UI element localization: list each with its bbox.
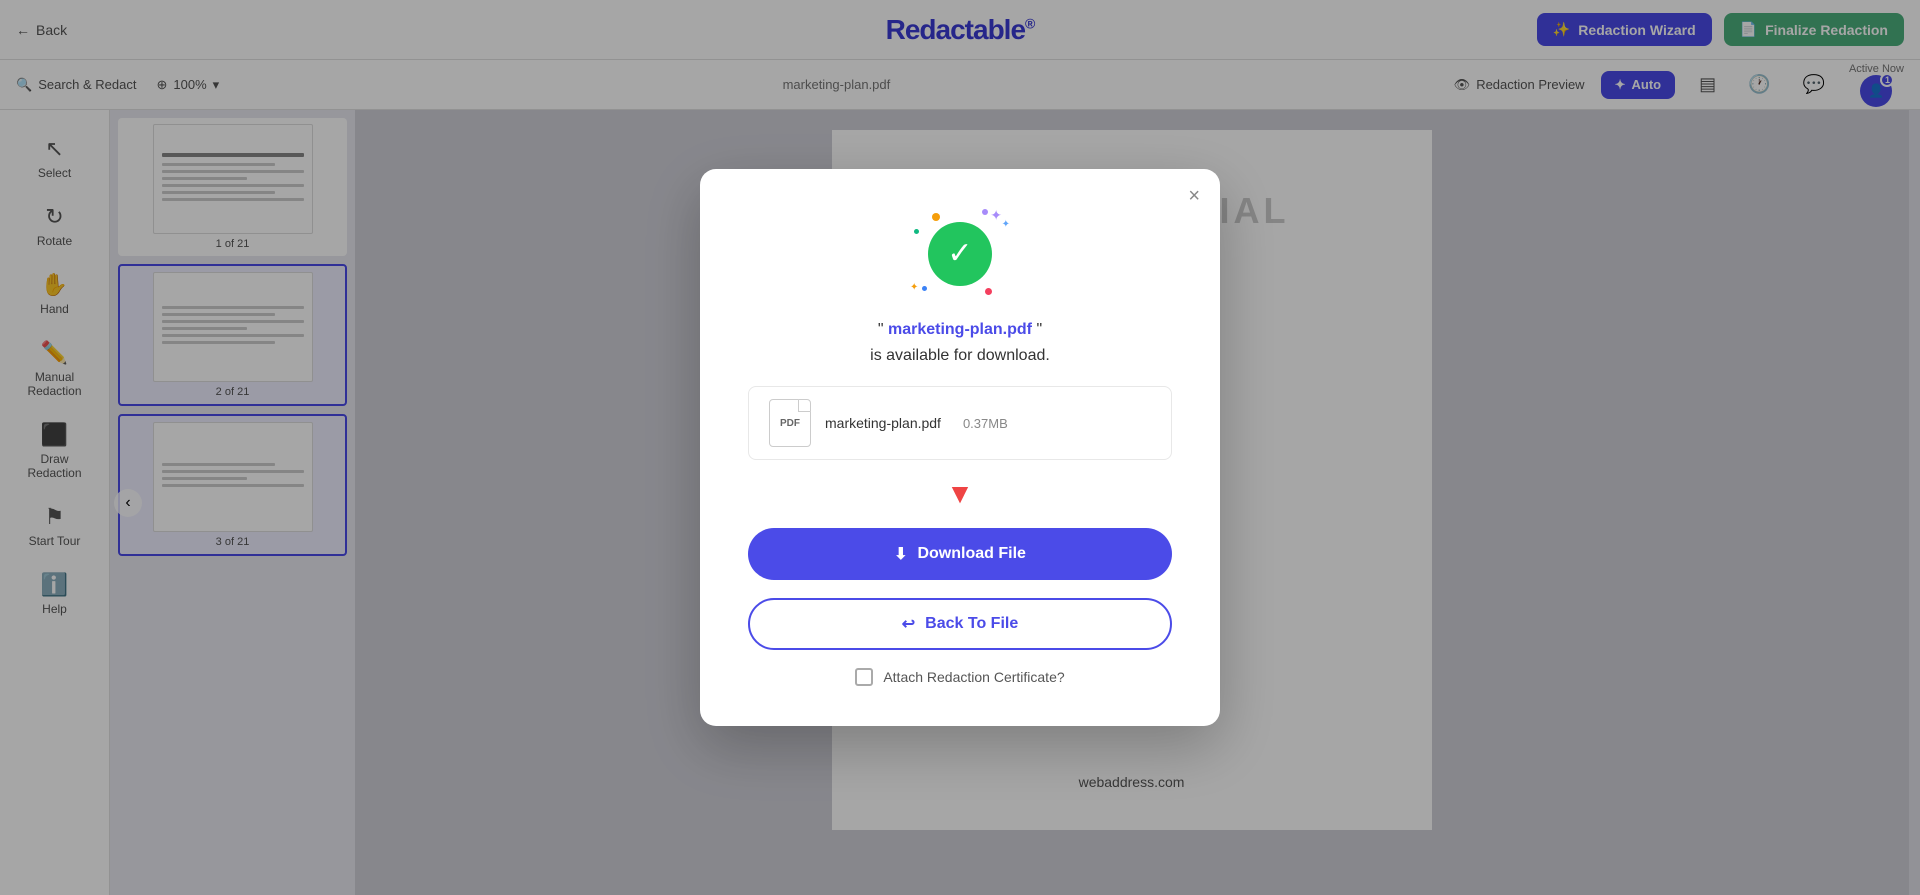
download-icon: ⬇ bbox=[894, 544, 907, 564]
sparkle-1: ✦ bbox=[990, 207, 1002, 224]
file-name: marketing-plan.pdf bbox=[825, 415, 941, 431]
certificate-row: Attach Redaction Certificate? bbox=[855, 668, 1064, 686]
modal-title: " marketing-plan.pdf " is available for … bbox=[870, 317, 1050, 368]
back-icon: ↩ bbox=[902, 614, 915, 634]
download-file-button[interactable]: ⬇ Download File bbox=[748, 528, 1172, 580]
file-size: 0.37MB bbox=[963, 416, 1008, 431]
sparkle-3: ✦ bbox=[910, 282, 918, 293]
modal-close-button[interactable]: × bbox=[1188, 185, 1200, 208]
confetti-dot-2 bbox=[982, 209, 988, 215]
certificate-label: Attach Redaction Certificate? bbox=[883, 669, 1064, 685]
sparkle-2: ✦ bbox=[1002, 219, 1010, 230]
confetti-dot-3 bbox=[922, 286, 927, 291]
download-modal: × ✦ ✦ ✦ ✓ " marketing-plan.pdf " is avai… bbox=[700, 169, 1220, 726]
download-arrow-icon: ▼ bbox=[946, 478, 974, 510]
back-to-file-button[interactable]: ↩ Back To File bbox=[748, 598, 1172, 650]
certificate-checkbox[interactable] bbox=[855, 668, 873, 686]
file-info-row: PDF marketing-plan.pdf 0.37MB bbox=[748, 386, 1172, 460]
modal-overlay: × ✦ ✦ ✦ ✓ " marketing-plan.pdf " is avai… bbox=[0, 0, 1920, 895]
success-circle: ✓ bbox=[928, 222, 992, 286]
modal-filename[interactable]: marketing-plan.pdf bbox=[888, 321, 1032, 338]
confetti-dot-5 bbox=[914, 229, 919, 234]
confetti-dot-4 bbox=[985, 288, 992, 295]
pdf-icon: PDF bbox=[769, 399, 811, 447]
confetti-dot-1 bbox=[932, 213, 940, 221]
success-icon-wrap: ✦ ✦ ✦ ✓ bbox=[910, 209, 1010, 299]
